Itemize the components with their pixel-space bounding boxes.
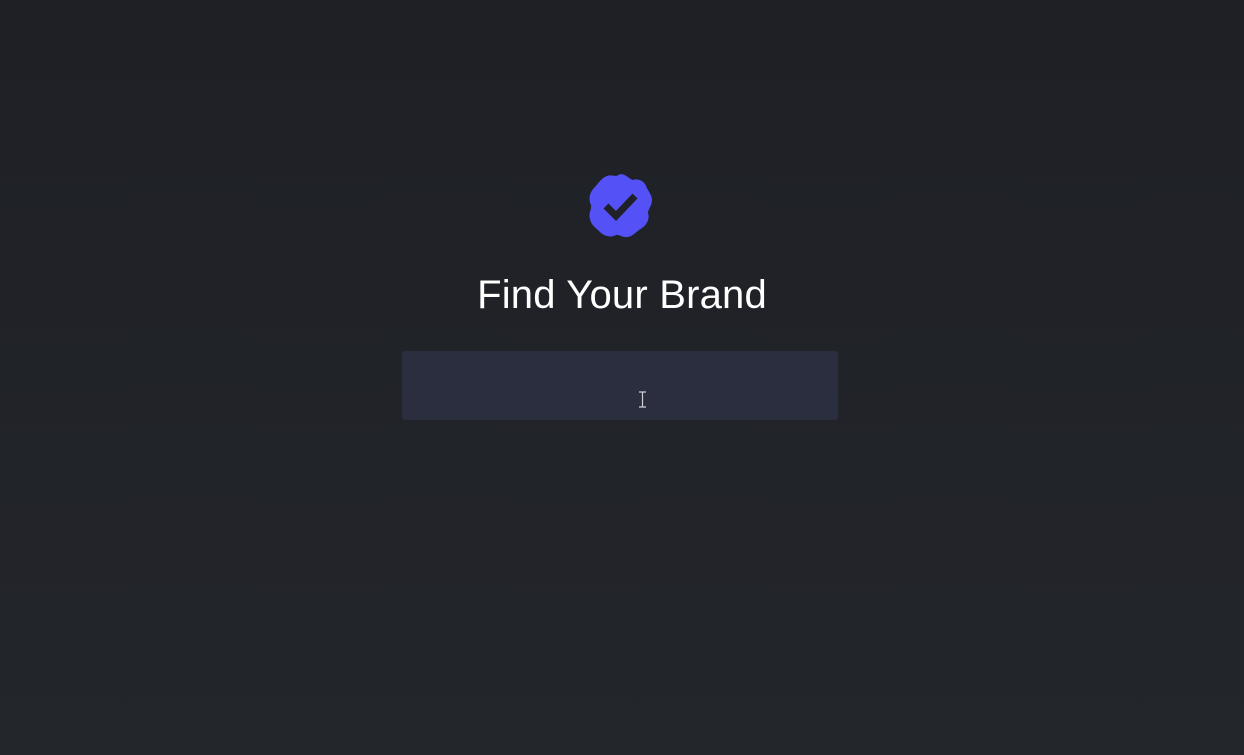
page-title: Find Your Brand — [477, 273, 767, 317]
page: Find Your Brand — [0, 0, 1244, 755]
brand-search-input[interactable] — [402, 351, 838, 420]
verified-badge-icon — [587, 173, 653, 239]
